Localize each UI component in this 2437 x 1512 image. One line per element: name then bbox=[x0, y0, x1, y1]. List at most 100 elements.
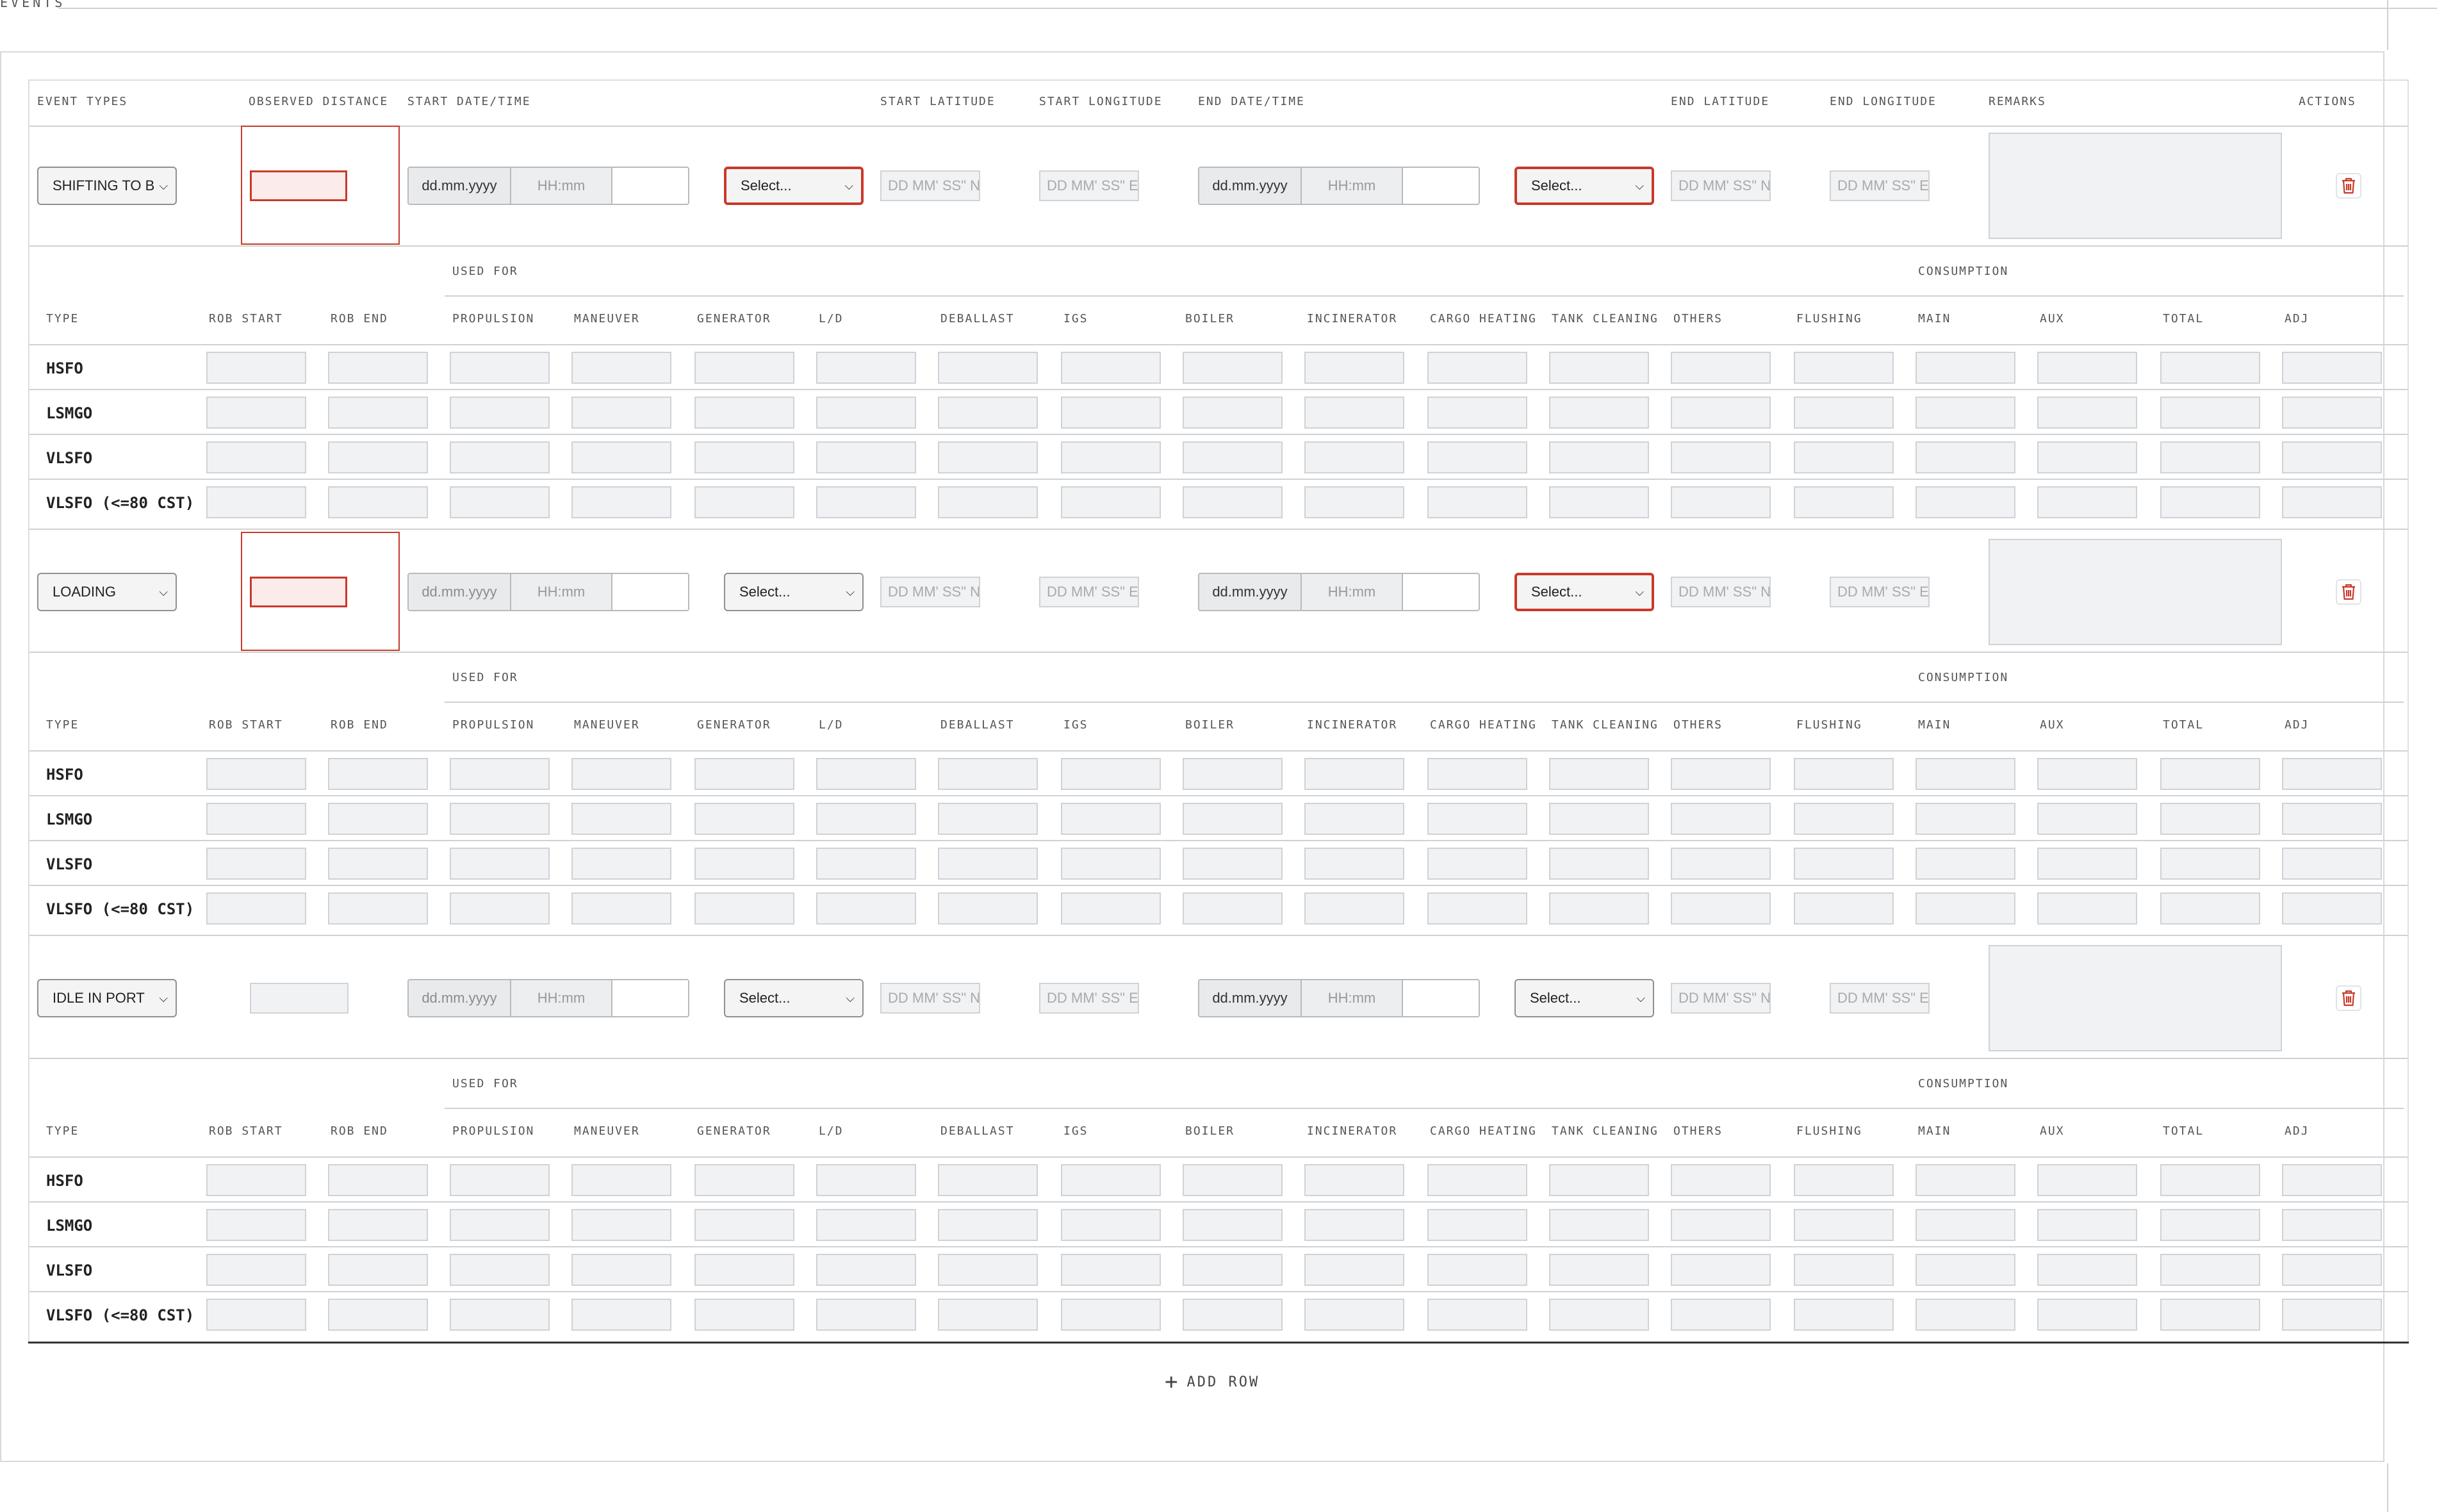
fuel-value-input[interactable] bbox=[816, 1254, 916, 1286]
fuel-value-input[interactable] bbox=[450, 486, 550, 518]
fuel-value-input[interactable] bbox=[206, 1299, 306, 1331]
fuel-value-input[interactable] bbox=[1061, 1209, 1161, 1241]
fuel-value-input[interactable] bbox=[1671, 1254, 1771, 1286]
fuel-value-input[interactable] bbox=[938, 352, 1038, 384]
start-longitude-input[interactable]: DD MM' SS" E bbox=[1039, 577, 1139, 607]
fuel-value-input[interactable] bbox=[1794, 803, 1894, 835]
fuel-value-input[interactable] bbox=[206, 1254, 306, 1286]
fuel-value-input[interactable] bbox=[2037, 1164, 2137, 1196]
fuel-value-input[interactable] bbox=[2282, 758, 2382, 790]
fuel-value-input[interactable] bbox=[938, 1209, 1038, 1241]
start-port-select[interactable]: Select... ⌵ bbox=[724, 573, 864, 611]
fuel-value-input[interactable] bbox=[450, 441, 550, 473]
fuel-value-input[interactable] bbox=[2037, 758, 2137, 790]
fuel-value-input[interactable] bbox=[206, 848, 306, 880]
fuel-value-input[interactable] bbox=[1061, 803, 1161, 835]
fuel-value-input[interactable] bbox=[1183, 758, 1283, 790]
end-port-select[interactable]: Select... ⌵ bbox=[1514, 573, 1654, 611]
time-input[interactable]: HH:mm bbox=[511, 574, 612, 610]
fuel-value-input[interactable] bbox=[938, 892, 1038, 924]
fuel-value-input[interactable] bbox=[2282, 1299, 2382, 1331]
fuel-value-input[interactable] bbox=[2282, 803, 2382, 835]
fuel-value-input[interactable] bbox=[1671, 848, 1771, 880]
fuel-value-input[interactable] bbox=[328, 1209, 428, 1241]
fuel-value-input[interactable] bbox=[1183, 1209, 1283, 1241]
fuel-value-input[interactable] bbox=[571, 1164, 671, 1196]
fuel-value-input[interactable] bbox=[1549, 1209, 1649, 1241]
end-longitude-input[interactable]: DD MM' SS" E bbox=[1830, 577, 1930, 607]
fuel-value-input[interactable] bbox=[1304, 1164, 1404, 1196]
fuel-value-input[interactable] bbox=[1427, 1209, 1527, 1241]
fuel-value-input[interactable] bbox=[2160, 848, 2260, 880]
fuel-value-input[interactable] bbox=[1304, 486, 1404, 518]
fuel-value-input[interactable] bbox=[1427, 486, 1527, 518]
fuel-value-input[interactable] bbox=[1061, 758, 1161, 790]
fuel-value-input[interactable] bbox=[1061, 848, 1161, 880]
fuel-value-input[interactable] bbox=[1794, 352, 1894, 384]
fuel-value-input[interactable] bbox=[1671, 892, 1771, 924]
fuel-value-input[interactable] bbox=[1304, 758, 1404, 790]
fuel-value-input[interactable] bbox=[816, 1299, 916, 1331]
fuel-value-input[interactable] bbox=[571, 892, 671, 924]
remarks-textarea[interactable] bbox=[1989, 539, 2282, 645]
fuel-value-input[interactable] bbox=[694, 441, 794, 473]
fuel-value-input[interactable] bbox=[1427, 352, 1527, 384]
fuel-value-input[interactable] bbox=[1916, 397, 2015, 429]
fuel-value-input[interactable] bbox=[694, 352, 794, 384]
fuel-value-input[interactable] bbox=[1671, 441, 1771, 473]
fuel-value-input[interactable] bbox=[1183, 1254, 1283, 1286]
fuel-value-input[interactable] bbox=[571, 803, 671, 835]
fuel-value-input[interactable] bbox=[206, 1164, 306, 1196]
fuel-value-input[interactable] bbox=[1304, 1299, 1404, 1331]
fuel-value-input[interactable] bbox=[938, 441, 1038, 473]
fuel-value-input[interactable] bbox=[1794, 1254, 1894, 1286]
observed-distance-input[interactable] bbox=[250, 983, 349, 1014]
fuel-value-input[interactable] bbox=[2037, 352, 2137, 384]
remarks-textarea[interactable] bbox=[1989, 945, 2282, 1051]
fuel-value-input[interactable] bbox=[1183, 441, 1283, 473]
fuel-value-input[interactable] bbox=[938, 397, 1038, 429]
fuel-value-input[interactable] bbox=[2037, 892, 2137, 924]
end-port-select[interactable]: Select... ⌵ bbox=[1514, 979, 1654, 1017]
fuel-value-input[interactable] bbox=[1549, 1299, 1649, 1331]
date-input[interactable]: dd.mm.yyyy bbox=[1199, 168, 1302, 204]
fuel-value-input[interactable] bbox=[2160, 352, 2260, 384]
fuel-value-input[interactable] bbox=[328, 758, 428, 790]
fuel-value-input[interactable] bbox=[450, 352, 550, 384]
fuel-value-input[interactable] bbox=[1916, 441, 2015, 473]
fuel-value-input[interactable] bbox=[2282, 441, 2382, 473]
fuel-value-input[interactable] bbox=[1549, 803, 1649, 835]
fuel-value-input[interactable] bbox=[2282, 1254, 2382, 1286]
fuel-value-input[interactable] bbox=[1304, 441, 1404, 473]
fuel-value-input[interactable] bbox=[206, 892, 306, 924]
fuel-value-input[interactable] bbox=[1427, 758, 1527, 790]
fuel-value-input[interactable] bbox=[2037, 1254, 2137, 1286]
fuel-value-input[interactable] bbox=[2282, 352, 2382, 384]
fuel-value-input[interactable] bbox=[450, 1254, 550, 1286]
fuel-value-input[interactable] bbox=[1671, 486, 1771, 518]
fuel-value-input[interactable] bbox=[1427, 1299, 1527, 1331]
fuel-value-input[interactable] bbox=[1304, 848, 1404, 880]
end-datetime-field[interactable]: dd.mm.yyyy HH:mm bbox=[1198, 573, 1480, 611]
fuel-value-input[interactable] bbox=[1916, 486, 2015, 518]
date-input[interactable]: dd.mm.yyyy bbox=[1199, 980, 1302, 1016]
fuel-value-input[interactable] bbox=[1427, 441, 1527, 473]
fuel-value-input[interactable] bbox=[328, 352, 428, 384]
fuel-value-input[interactable] bbox=[2160, 397, 2260, 429]
time-input[interactable]: HH:mm bbox=[1302, 168, 1403, 204]
add-row-button[interactable]: + ADD ROW bbox=[1165, 1369, 1260, 1395]
delete-event-button[interactable] bbox=[2336, 173, 2361, 199]
start-port-select[interactable]: Select... ⌵ bbox=[724, 167, 864, 205]
end-longitude-input[interactable]: DD MM' SS" E bbox=[1830, 170, 1930, 201]
fuel-value-input[interactable] bbox=[2160, 441, 2260, 473]
fuel-value-input[interactable] bbox=[328, 397, 428, 429]
fuel-value-input[interactable] bbox=[2282, 892, 2382, 924]
fuel-value-input[interactable] bbox=[938, 1254, 1038, 1286]
fuel-value-input[interactable] bbox=[328, 892, 428, 924]
start-longitude-input[interactable]: DD MM' SS" E bbox=[1039, 170, 1139, 201]
fuel-value-input[interactable] bbox=[1304, 892, 1404, 924]
fuel-value-input[interactable] bbox=[2160, 486, 2260, 518]
fuel-value-input[interactable] bbox=[1671, 1164, 1771, 1196]
fuel-value-input[interactable] bbox=[2282, 397, 2382, 429]
fuel-value-input[interactable] bbox=[1549, 486, 1649, 518]
